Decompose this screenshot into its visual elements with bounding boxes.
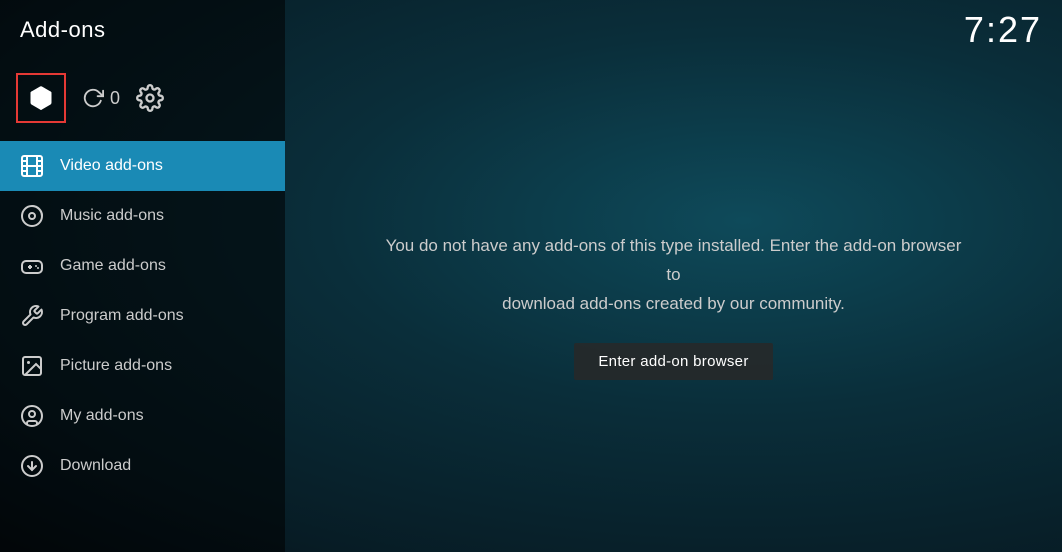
nav-list: Video add-ons Music add-ons Game add-ons — [0, 141, 285, 491]
sidebar-toolbar: 0 — [0, 55, 285, 133]
empty-state-message: You do not have any add-ons of this type… — [384, 232, 964, 319]
sidebar-item-music[interactable]: Music add-ons — [0, 191, 285, 241]
sidebar-item-game-label: Game add-ons — [60, 257, 166, 275]
sidebar-item-program[interactable]: Program add-ons — [0, 291, 285, 341]
main-content: You do not have any add-ons of this type… — [285, 60, 1062, 552]
star-icon — [20, 404, 44, 428]
sidebar-item-myaddon-label: My add-ons — [60, 407, 144, 425]
picture-icon — [20, 354, 44, 378]
settings-button[interactable] — [136, 84, 164, 112]
sidebar-item-program-label: Program add-ons — [60, 307, 184, 325]
enter-browser-button[interactable]: Enter add-on browser — [574, 343, 772, 380]
update-count-label: 0 — [110, 88, 120, 109]
box-icon — [27, 84, 55, 112]
sidebar-item-picture[interactable]: Picture add-ons — [0, 341, 285, 391]
header: Add-ons 7:27 — [0, 0, 1062, 60]
music-icon — [20, 204, 44, 228]
gamepad-icon — [20, 254, 44, 278]
gear-icon — [136, 84, 164, 112]
sidebar-item-picture-label: Picture add-ons — [60, 357, 172, 375]
sidebar: 0 Video add-ons — [0, 0, 285, 552]
film-icon — [20, 154, 44, 178]
addon-browser-icon[interactable] — [16, 73, 66, 123]
update-count-area[interactable]: 0 — [82, 87, 120, 109]
wrench-icon — [20, 304, 44, 328]
refresh-icon — [82, 87, 104, 109]
sidebar-item-video[interactable]: Video add-ons — [0, 141, 285, 191]
sidebar-item-video-label: Video add-ons — [60, 157, 163, 175]
sidebar-item-download[interactable]: Download — [0, 441, 285, 491]
sidebar-item-download-label: Download — [60, 457, 131, 475]
sidebar-item-game[interactable]: Game add-ons — [0, 241, 285, 291]
clock-display: 7:27 — [964, 9, 1042, 51]
page-title: Add-ons — [20, 17, 105, 43]
download-icon — [20, 454, 44, 478]
sidebar-item-myaddon[interactable]: My add-ons — [0, 391, 285, 441]
sidebar-item-music-label: Music add-ons — [60, 207, 164, 225]
